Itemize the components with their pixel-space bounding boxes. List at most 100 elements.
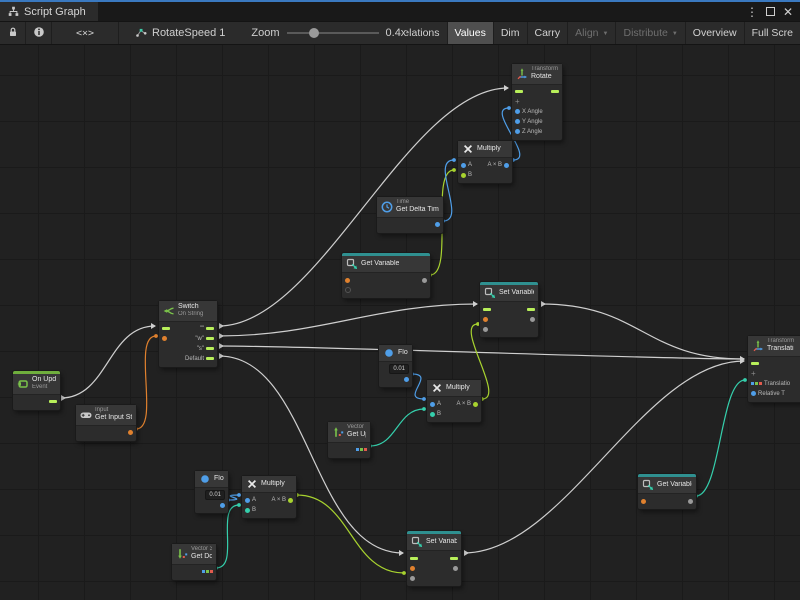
- rotate-in-port[interactable]: [515, 90, 523, 93]
- node-rotate[interactable]: TransformRotate+X AngleY AngleZ Angle: [512, 64, 562, 140]
- node-on-update[interactable]: On UpdateEvent: [13, 371, 60, 410]
- graph-icon: [135, 26, 147, 41]
- multiply-1-out-port[interactable]: [504, 163, 509, 168]
- get-variable-1-in-port[interactable]: [345, 287, 351, 293]
- wire-endpoint: [422, 407, 426, 411]
- node-get-input-string[interactable]: InputGet Input Strin: [76, 405, 136, 441]
- node-vector3-get-up[interactable]: Vector 3Get Up: [328, 422, 370, 458]
- menu-icon[interactable]: ⋮: [746, 5, 758, 19]
- view-button-relations[interactable]: Relations: [406, 22, 446, 44]
- view-button-values[interactable]: Values: [447, 22, 493, 44]
- node-set-variable-2[interactable]: Set Variable: [407, 531, 461, 586]
- vector3-get-down-out-port[interactable]: [202, 570, 213, 573]
- rotate-port-label: Z Angle: [522, 129, 542, 135]
- multiply-2-in-port[interactable]: [430, 402, 435, 407]
- vector3-get-up-body: [328, 442, 370, 458]
- set-variable-2-in-port[interactable]: [410, 576, 415, 581]
- get-variable-2-in-port[interactable]: [641, 499, 646, 504]
- view-button-dim[interactable]: Dim: [493, 22, 527, 44]
- multiply-2-in-port[interactable]: [430, 412, 435, 417]
- get-input-string-out-port[interactable]: [128, 430, 133, 435]
- multiply-2-out-port[interactable]: [473, 402, 478, 407]
- close-icon[interactable]: ✕: [783, 5, 793, 19]
- rotate-in-port[interactable]: +: [515, 99, 520, 105]
- translate-in-port[interactable]: [751, 362, 759, 365]
- vector3-get-up-out-port[interactable]: [356, 448, 367, 451]
- rotate-in-port[interactable]: [515, 119, 520, 124]
- multiply-3-out-port[interactable]: [288, 498, 293, 503]
- node-multiply-3[interactable]: MultiplyAA × BB: [242, 476, 296, 518]
- multiply-3-in-port[interactable]: [245, 508, 250, 513]
- node-multiply-1[interactable]: MultiplyAA × BB: [458, 141, 512, 183]
- node-set-variable-1[interactable]: Set Variable: [480, 282, 538, 337]
- float-2-out-port[interactable]: [220, 503, 225, 508]
- node-float-2[interactable]: Float0.01: [195, 471, 228, 513]
- graph-canvas[interactable]: On UpdateEvent InputGet Input Strin Switch…: [0, 45, 800, 600]
- set-variable-1-in-port[interactable]: [483, 327, 488, 332]
- set-variable-1-out-port[interactable]: [530, 317, 535, 322]
- translate-in-port[interactable]: [751, 391, 756, 396]
- zoom-slider[interactable]: [287, 32, 379, 34]
- set-variable-2-in-port[interactable]: [410, 557, 418, 560]
- group-selection-button[interactable]: <×>: [52, 22, 119, 44]
- translate-in-port[interactable]: +: [751, 371, 756, 377]
- tab-title: Script Graph: [24, 6, 86, 18]
- node-translate[interactable]: TransformTranslati+TranslatioRelative T: [748, 336, 800, 402]
- on-update-out-port[interactable]: [49, 400, 57, 403]
- view-button-full-scre[interactable]: Full Scre: [744, 22, 800, 44]
- node-float-1[interactable]: Float0.01: [379, 345, 412, 387]
- get-variable-2-title-line: Get Variable: [657, 481, 692, 489]
- float-1-out-port[interactable]: [404, 377, 409, 382]
- multiply-3-in-port[interactable]: [245, 498, 250, 503]
- lock-button[interactable]: [0, 22, 26, 44]
- switch-on-string-title: SwitchOn String: [178, 303, 203, 319]
- node-get-variable-1[interactable]: Get Variable: [342, 253, 430, 298]
- rotate-in-port[interactable]: [515, 109, 520, 114]
- set-variable-2-out-port[interactable]: [450, 557, 458, 560]
- get-input-string-header: InputGet Input Strin: [76, 405, 136, 425]
- node-vector3-get-down[interactable]: Vector 3Get Down: [172, 544, 216, 580]
- get-variable-1-out-port[interactable]: [422, 278, 427, 283]
- info-button[interactable]: [26, 22, 52, 44]
- node-get-variable-2[interactable]: Get Variable: [638, 474, 696, 509]
- set-variable-1-out-port[interactable]: [527, 308, 535, 311]
- zoom-value: 0.4x: [386, 27, 407, 39]
- transform-icon: [516, 68, 528, 80]
- translate-in-port[interactable]: [751, 382, 762, 385]
- view-button-overview[interactable]: Overview: [685, 22, 744, 44]
- set-variable-1-in-port[interactable]: [483, 317, 488, 322]
- switch-on-string-out-port[interactable]: [206, 347, 214, 350]
- graph-name-label: RotateSpeed 1: [152, 27, 225, 39]
- node-switch-on-string[interactable]: SwitchOn String"""w""s"Default: [159, 301, 217, 367]
- set-variable-2-row: [407, 573, 461, 583]
- graph-reference[interactable]: RotateSpeed 1: [119, 22, 235, 44]
- get-delta-time-out-port[interactable]: [435, 222, 440, 227]
- maximize-icon[interactable]: [766, 7, 775, 16]
- wire-endpoint: [507, 106, 511, 110]
- multiply-1-in-port[interactable]: [461, 173, 466, 178]
- rotate-out-port[interactable]: [551, 90, 559, 93]
- switch-on-string-out-port[interactable]: [206, 327, 214, 330]
- set-variable-1-in-port[interactable]: [483, 308, 491, 311]
- get-variable-1-in-port[interactable]: [345, 278, 350, 283]
- rotate-in-port[interactable]: [515, 129, 520, 134]
- set-variable-2-out-port[interactable]: [453, 566, 458, 571]
- zoom-slider-handle[interactable]: [309, 28, 319, 38]
- clock-icon: [381, 201, 393, 213]
- get-input-string-row: [76, 428, 136, 438]
- tab-script-graph[interactable]: Script Graph: [0, 2, 98, 21]
- switch-on-string-row: "s": [159, 344, 217, 354]
- view-button-carry[interactable]: Carry: [527, 22, 568, 44]
- switch-on-string-in-port[interactable]: [162, 336, 167, 341]
- float-2-value-input[interactable]: 0.01: [205, 490, 225, 500]
- get-variable-2-out-port[interactable]: [688, 499, 693, 504]
- switch-on-string-in-port[interactable]: [162, 327, 170, 330]
- node-multiply-2[interactable]: MultiplyAA × BB: [427, 380, 481, 422]
- set-variable-2-in-port[interactable]: [410, 566, 415, 571]
- switch-on-string-out-port[interactable]: [206, 357, 214, 360]
- wire-getvariable2-to-translate-translation: [696, 380, 745, 496]
- switch-on-string-out-port[interactable]: [206, 337, 214, 340]
- node-get-delta-time[interactable]: TimeGet Delta Time: [377, 197, 443, 233]
- float-1-value-input[interactable]: 0.01: [389, 364, 409, 374]
- multiply-1-in-port[interactable]: [461, 163, 466, 168]
